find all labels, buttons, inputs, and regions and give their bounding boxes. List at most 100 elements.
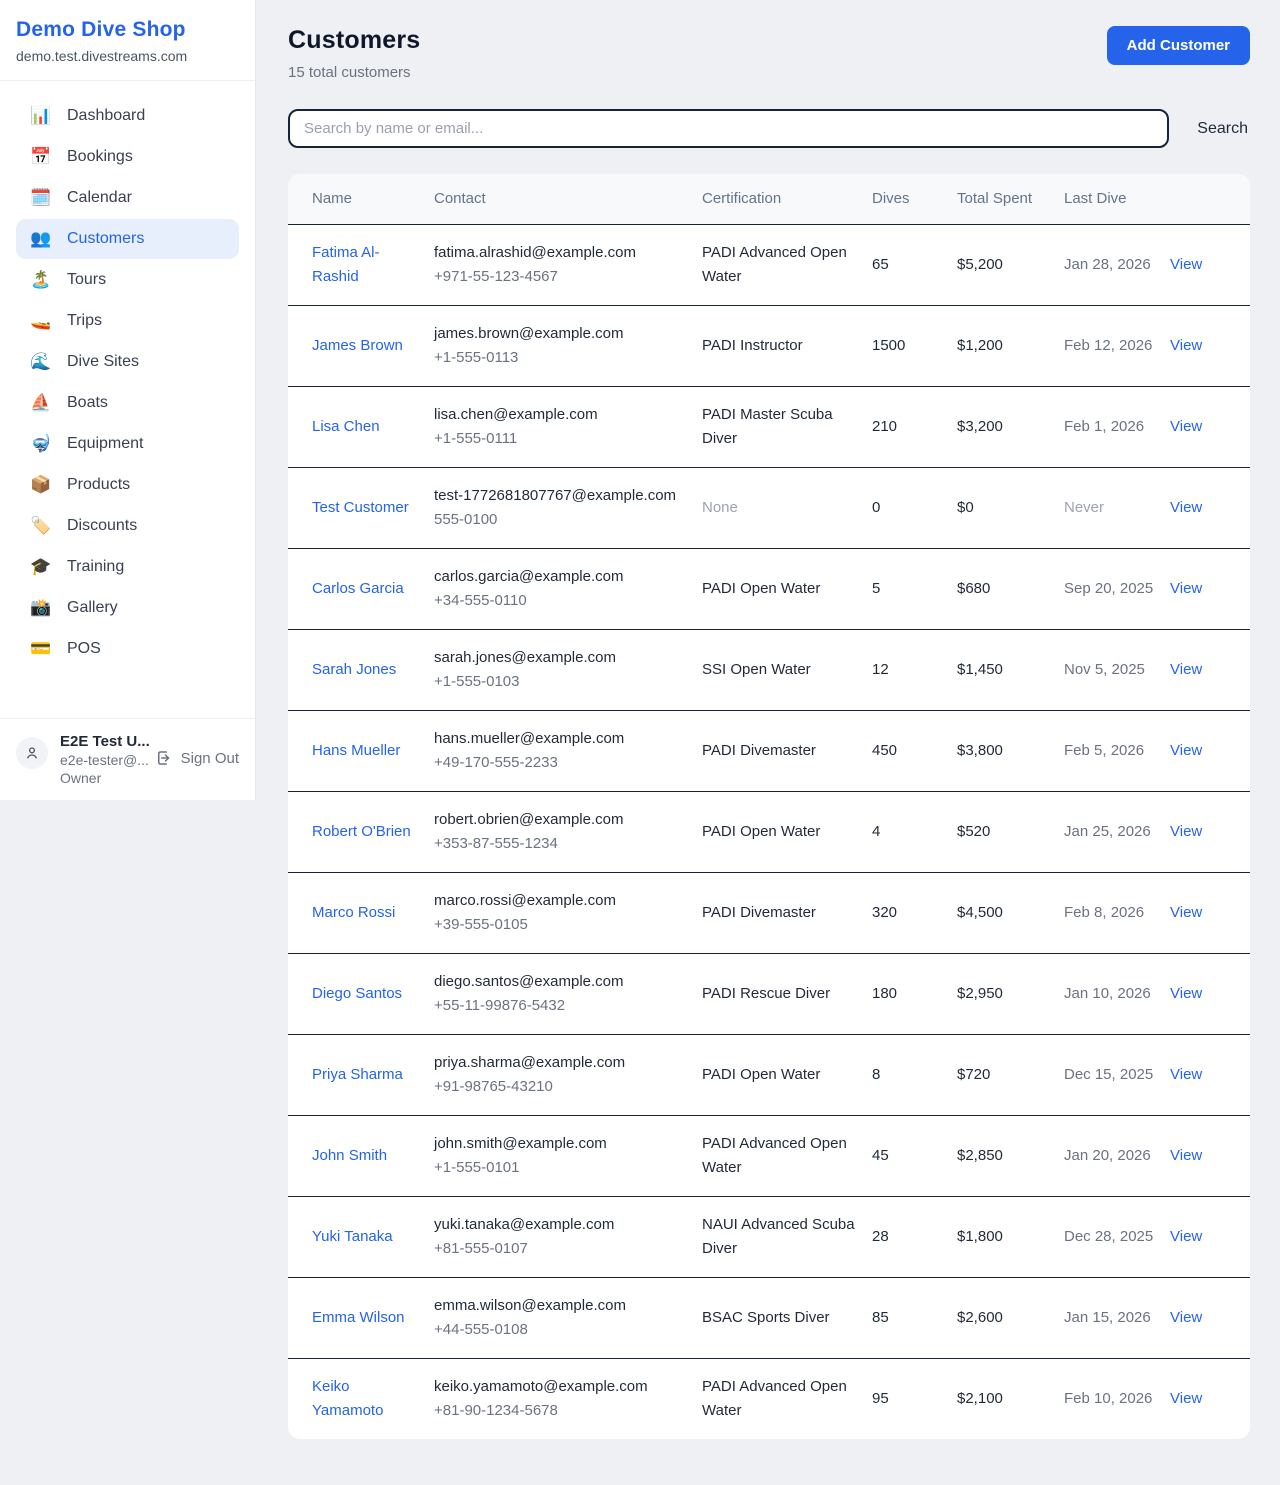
sidebar-item-boats[interactable]: ⛵Boats [16,383,239,423]
customer-certification: PADI Divemaster [702,742,816,759]
customer-name-link[interactable]: Marco Rossi [312,904,395,921]
sidebar-item-label: Customers [67,230,144,248]
customer-row: Test Customer test-1772681807767@example… [288,468,1250,549]
customer-name-link[interactable]: Emma Wilson [312,1309,405,1326]
search-input[interactable] [288,109,1169,148]
customer-row: Sarah Jones sarah.jones@example.com +1-5… [288,630,1250,711]
customer-certification: None [702,499,738,516]
view-customer-link[interactable]: View [1170,256,1202,273]
customer-count: 15 total customers [288,64,420,81]
customer-total-spent: $1,450 [957,661,1003,678]
customer-row: Priya Sharma priya.sharma@example.com +9… [288,1035,1250,1116]
sidebar-item-bookings[interactable]: 📅Bookings [16,137,239,177]
customer-phone: +91-98765-43210 [434,1075,692,1099]
sidebar-item-label: Training [67,558,124,576]
customer-name-link[interactable]: James Brown [312,337,403,354]
customer-name-link[interactable]: Hans Mueller [312,742,400,759]
island-icon: 🏝️ [30,270,52,290]
package-icon: 📦 [30,475,52,495]
customer-row: Robert O'Brien robert.obrien@example.com… [288,792,1250,873]
customer-email: priya.sharma@example.com [434,1051,692,1075]
customer-row: Yuki Tanaka yuki.tanaka@example.com +81-… [288,1197,1250,1278]
sidebar-item-discounts[interactable]: 🏷️Discounts [16,506,239,546]
column-header-actions [1170,174,1250,225]
sidebar-item-calendar[interactable]: 🗓️ Calendar [16,178,239,218]
customer-name-link[interactable]: Carlos Garcia [312,580,404,597]
customer-phone: +34-555-0110 [434,589,692,613]
view-customer-link[interactable]: View [1170,1309,1202,1326]
customer-dives: 180 [872,985,897,1002]
sidebar-item-trips[interactable]: 🚤Trips [16,301,239,341]
view-customer-link[interactable]: View [1170,904,1202,921]
customer-last-dive: Jan 28, 2026 [1064,256,1151,273]
view-customer-link[interactable]: View [1170,499,1202,516]
column-header-total-spent: Total Spent [957,174,1064,225]
customer-name-link[interactable]: Diego Santos [312,985,402,1002]
customer-last-dive: Jan 20, 2026 [1064,1147,1151,1164]
view-customer-link[interactable]: View [1170,1390,1202,1407]
customer-email: test-1772681807767@example.com [434,484,692,508]
avatar [16,737,48,769]
customer-total-spent: $2,950 [957,985,1003,1002]
search-row: Search [288,109,1250,148]
view-customer-link[interactable]: View [1170,1147,1202,1164]
customer-row: Fatima Al-Rashid fatima.alrashid@example… [288,225,1250,306]
brand-domain: demo.test.divestreams.com [16,48,239,64]
search-button[interactable]: Search [1195,114,1250,144]
sign-out-button[interactable]: Sign Out [155,749,239,767]
customer-name-link[interactable]: Fatima Al-Rashid [312,244,380,285]
customer-total-spent: $1,200 [957,337,1003,354]
view-customer-link[interactable]: View [1170,1066,1202,1083]
customer-row: James Brown james.brown@example.com +1-5… [288,306,1250,387]
brand-title: Demo Dive Shop [16,18,239,42]
customer-certification: SSI Open Water [702,661,811,678]
sidebar-item-training[interactable]: 🎓Training [16,547,239,587]
customer-email: james.brown@example.com [434,322,692,346]
sidebar-nav: 📊Dashboard📅Bookings🗓️Calendar👥Customers🏝… [0,81,255,718]
customer-phone: +1-555-0113 [434,346,692,370]
sidebar-item-dive-sites[interactable]: 🌊Dive Sites [16,342,239,382]
view-customer-link[interactable]: View [1170,985,1202,1002]
customer-certification: PADI Advanced Open Water [702,1135,847,1176]
main-content: Customers 15 total customers Add Custome… [256,0,1280,1439]
sidebar-item-dashboard[interactable]: 📊Dashboard [16,96,239,136]
sidebar-item-label: Calendar [67,189,132,207]
view-customer-link[interactable]: View [1170,661,1202,678]
customer-name-link[interactable]: Priya Sharma [312,1066,403,1083]
sidebar-item-pos[interactable]: 💳POS [16,629,239,669]
add-customer-button[interactable]: Add Customer [1107,26,1250,65]
customer-name-link[interactable]: Sarah Jones [312,661,396,678]
view-customer-link[interactable]: View [1170,742,1202,759]
user-box: E2E Test U... e2e-tester@... Owner Sign … [0,718,255,800]
customer-last-dive: Feb 12, 2026 [1064,337,1152,354]
sidebar-item-tours[interactable]: 🏝️Tours [16,260,239,300]
sidebar-item-gallery[interactable]: 📸Gallery [16,588,239,628]
view-customer-link[interactable]: View [1170,418,1202,435]
brand: Demo Dive Shop demo.test.divestreams.com [0,0,255,81]
customer-phone: +1-555-0111 [434,427,692,451]
customer-name-link[interactable]: Keiko Yamamoto [312,1378,383,1419]
spiral-calendar-icon: 🗓️ [30,188,52,208]
customer-certification: PADI Rescue Diver [702,985,830,1002]
sidebar-item-customers[interactable]: 👥Customers [16,219,239,259]
column-header-dives: Dives [872,174,957,225]
customer-name-link[interactable]: Robert O'Brien [312,823,411,840]
sidebar-item-products[interactable]: 📦Products [16,465,239,505]
customer-name-link[interactable]: Lisa Chen [312,418,380,435]
customer-dives: 45 [872,1147,889,1164]
customer-row: Hans Mueller hans.mueller@example.com +4… [288,711,1250,792]
view-customer-link[interactable]: View [1170,337,1202,354]
view-customer-link[interactable]: View [1170,1228,1202,1245]
customer-phone: +39-555-0105 [434,913,692,937]
page-title-block: Customers 15 total customers [288,26,420,81]
customer-name-link[interactable]: John Smith [312,1147,387,1164]
camera-icon: 📸 [30,598,52,618]
customer-total-spent: $4,500 [957,904,1003,921]
customer-phone: +55-11-99876-5432 [434,994,692,1018]
customer-name-link[interactable]: Yuki Tanaka [312,1228,393,1245]
view-customer-link[interactable]: View [1170,580,1202,597]
view-customer-link[interactable]: View [1170,823,1202,840]
customer-total-spent: $520 [957,823,990,840]
sidebar-item-equipment[interactable]: 🤿Equipment [16,424,239,464]
customer-name-link[interactable]: Test Customer [312,499,409,516]
